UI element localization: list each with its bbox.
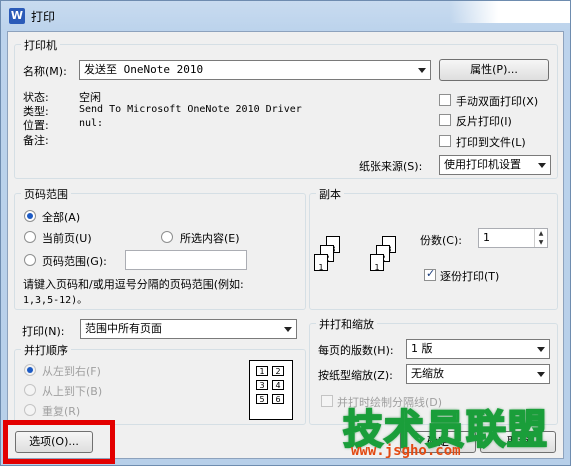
- paper-source-label: 纸张来源(S):: [359, 160, 423, 173]
- copies-count-label: 份数(C):: [420, 234, 462, 247]
- reverse-print-checkbox[interactable]: [439, 114, 451, 126]
- manual-duplex-label: 手动双面打印(X): [456, 95, 539, 108]
- watermark-url: www.jsgho.com: [351, 443, 461, 459]
- chevron-down-icon: [418, 68, 426, 73]
- chevron-down-icon: [284, 327, 292, 332]
- page-range-input[interactable]: [125, 250, 247, 270]
- printer-name-value: 发送至 OneNote 2010: [84, 63, 204, 76]
- watermark-logo: 技术员联盟 www.jsgho.com: [342, 397, 568, 465]
- paper-source-value: 使用打印机设置: [444, 158, 521, 171]
- range-selection-label: 所选内容(E): [180, 232, 240, 245]
- properties-button[interactable]: 属性(P)...: [439, 59, 549, 81]
- chevron-down-icon: [537, 347, 545, 352]
- collate-label: 逐份打印(T): [440, 270, 500, 283]
- manual-duplex-checkbox[interactable]: [439, 94, 451, 106]
- copies-group: 副本 3 2 1 3 2 1 份数(C): 1 ▲▼ 逐份打印(T): [309, 186, 558, 310]
- collate-checkbox[interactable]: [424, 267, 436, 281]
- page-range-group-title: 页码范围: [21, 186, 71, 202]
- range-selection-radio[interactable]: [161, 231, 173, 243]
- range-current-label: 当前页(U): [42, 232, 92, 245]
- chevron-down-icon: [538, 163, 546, 168]
- scale-label: 按纸型缩放(Z):: [318, 369, 393, 382]
- highlight-box: [3, 420, 115, 464]
- scale-value: 无缩放: [411, 367, 444, 380]
- order-preview-icon: 1 2 3 4 5 6: [249, 360, 293, 420]
- range-pages-label: 页码范围(G):: [42, 255, 107, 268]
- range-current-radio[interactable]: [24, 231, 36, 243]
- location-value: nul:: [79, 118, 104, 129]
- copies-group-title: 副本: [316, 186, 344, 202]
- print-what-value: 范围中所有页面: [85, 322, 162, 335]
- status-value: 空闲: [79, 91, 101, 104]
- dialog-body: 打印机 名称(M): 发送至 OneNote 2010 属性(P)... 状态:…: [7, 31, 564, 459]
- type-value: Send To Microsoft OneNote 2010 Driver: [79, 104, 302, 115]
- order-top-bottom-radio[interactable]: [24, 384, 36, 396]
- pages-per-sheet-select[interactable]: 1 版: [406, 339, 550, 359]
- order-group: 并打顺序 从左到右(F) 从上到下(B) 重复(R) 1 2 3 4 5 6: [14, 342, 306, 425]
- range-all-label: 全部(A): [42, 211, 81, 224]
- paper-source-select[interactable]: 使用打印机设置: [439, 155, 551, 175]
- reverse-print-label: 反片打印(I): [456, 115, 512, 128]
- pages-per-sheet-value: 1 版: [411, 342, 433, 355]
- pages-per-sheet-label: 每页的版数(H):: [318, 344, 394, 357]
- order-repeat-radio[interactable]: [24, 404, 36, 416]
- print-to-file-checkbox[interactable]: [439, 135, 451, 147]
- comment-label: 备注:: [23, 134, 49, 147]
- print-dialog: W 打印 打印机 名称(M): 发送至 OneNote 2010 属性(P)..…: [0, 0, 571, 466]
- chevron-down-icon: [537, 372, 545, 377]
- location-label: 位置:: [23, 119, 49, 132]
- wps-writer-icon: W: [9, 8, 25, 24]
- print-what-select[interactable]: 范围中所有页面: [80, 319, 297, 339]
- printer-group: 打印机 名称(M): 发送至 OneNote 2010 属性(P)... 状态:…: [14, 37, 558, 179]
- range-all-radio[interactable]: [24, 210, 36, 222]
- title-bar: W 打印: [1, 1, 570, 31]
- copies-count-value: 1: [483, 231, 490, 244]
- range-hint-line2: 1,3,5-12)。: [23, 295, 88, 306]
- range-hint-line1: 请键入页码和/或用逗号分隔的页码范围(例如:: [23, 278, 244, 291]
- print-to-file-label: 打印到文件(L): [456, 136, 526, 149]
- print-what-label: 打印(N):: [22, 325, 65, 338]
- order-group-title: 并打顺序: [21, 342, 71, 358]
- printer-group-title: 打印机: [21, 37, 60, 53]
- zoom-group-title: 并打和缩放: [316, 316, 377, 332]
- page-range-group: 页码范围 全部(A) 当前页(U) 所选内容(E) 页码范围(G): 请键入页码…: [14, 186, 306, 310]
- window-title: 打印: [31, 10, 56, 24]
- close-button[interactable]: [450, 1, 570, 23]
- scale-select[interactable]: 无缩放: [406, 364, 550, 384]
- order-top-bottom-label: 从上到下(B): [42, 385, 103, 398]
- draw-borders-checkbox[interactable]: [321, 395, 333, 407]
- copies-spinner[interactable]: ▲ ▼: [534, 229, 547, 247]
- range-pages-radio[interactable]: [24, 254, 36, 266]
- order-left-right-label: 从左到右(F): [42, 365, 101, 378]
- printer-name-label: 名称(M):: [23, 65, 67, 78]
- order-left-right-radio[interactable]: [24, 364, 36, 376]
- copies-count-input[interactable]: 1 ▲ ▼: [478, 228, 548, 248]
- order-repeat-label: 重复(R): [42, 405, 81, 418]
- printer-name-select[interactable]: 发送至 OneNote 2010: [79, 60, 431, 80]
